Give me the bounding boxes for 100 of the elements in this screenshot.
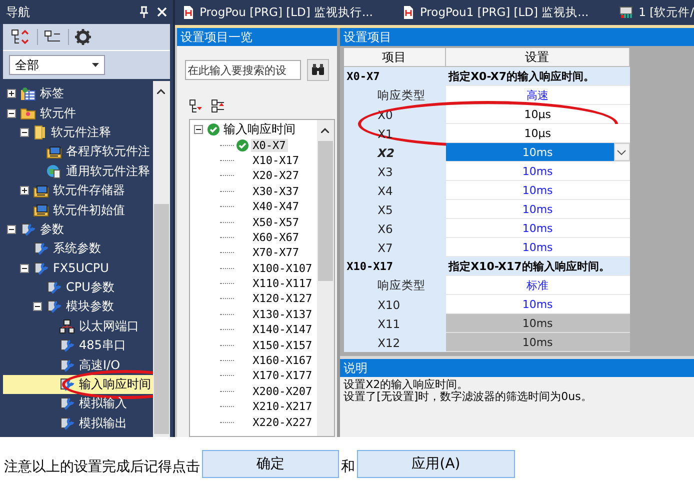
tree-item[interactable]: 软元件 (3, 103, 153, 123)
close-icon[interactable] (156, 7, 167, 17)
editor-tab[interactable]: 1 [软元件/ (618, 5, 694, 20)
editor-tab[interactable]: ProgPou1 [PRG] [LD] 监视执... (402, 5, 589, 20)
tree-item[interactable]: X70-X77 (250, 246, 301, 260)
monitor-icon (46, 144, 62, 159)
tree-item[interactable]: 软元件存储器 (3, 180, 153, 200)
dropdown-button[interactable] (614, 143, 630, 161)
tree-item[interactable]: X160-X167 (250, 354, 314, 368)
tree-item[interactable]: 模块参数 (3, 297, 153, 317)
expand-tree-icon[interactable] (11, 29, 31, 45)
tree-item-label: 软元件存储器 (53, 182, 125, 200)
tree-item[interactable]: 485串口 (3, 336, 153, 356)
network-icon (59, 318, 75, 334)
collapse-icon[interactable] (7, 224, 16, 234)
setting-value-cell[interactable]: 标准 (446, 276, 630, 295)
wrench-icon (59, 358, 75, 373)
collapse-icon[interactable] (20, 128, 29, 137)
tree-item[interactable]: X40-X47 (250, 200, 301, 214)
setting-value-cell[interactable]: 高速 (446, 86, 630, 105)
tree-item-label: 系统参数 (53, 240, 101, 258)
table-cell-text: 响应类型 (376, 277, 427, 294)
table-cell-text: X12 (376, 334, 402, 352)
scrollbar[interactable] (152, 81, 170, 437)
tree-item[interactable]: X200-X207 (250, 384, 314, 398)
tree-item[interactable]: X110-X117 (250, 277, 314, 290)
expand-icon[interactable] (20, 186, 29, 196)
tree-item[interactable]: X0-X7 (250, 138, 288, 152)
wrench-icon (33, 260, 49, 276)
scrollbar-thumb[interactable] (154, 204, 169, 434)
tree-item[interactable]: 通用软元件注释 (3, 162, 153, 181)
tree-item[interactable]: X150-X157 (250, 338, 314, 352)
tree-item[interactable]: 高速I/O (3, 355, 153, 375)
tree-item[interactable]: X170-X177 (250, 369, 314, 382)
tree-item-label: 软元件注释 (51, 124, 111, 141)
tree-item-label: 高速I/O (79, 356, 120, 374)
setting-value-cell[interactable]: 10ms (446, 143, 630, 162)
ladder-icon (182, 6, 194, 19)
tree-item[interactable]: 参数 (3, 220, 153, 240)
table-cell-text: X6 (376, 220, 394, 238)
tree-item[interactable]: X130-X137 (250, 308, 314, 321)
tree-item[interactable]: 软元件注释 (3, 122, 153, 142)
tree-item[interactable]: 输入响应时间 (222, 121, 298, 138)
book-icon (33, 124, 47, 140)
tree-item[interactable]: X30-X37 (250, 184, 301, 198)
tree-item[interactable]: 各程序软元件注 (3, 142, 153, 162)
tree-item[interactable]: X120-X127 (250, 292, 314, 306)
tree-item[interactable]: 模拟输入 (3, 394, 153, 414)
setting-value-cell[interactable]: 10ms (446, 162, 630, 181)
tree-item[interactable]: X140-X147 (250, 323, 314, 336)
tree-item[interactable]: X210-X217 (250, 400, 314, 414)
tree-item[interactable]: 软元件初始值 (3, 200, 153, 220)
tree-item[interactable]: 标签 (3, 84, 153, 104)
tree-item-label: 软元件 (40, 104, 76, 122)
setting-value-cell[interactable]: 10ms (446, 295, 630, 314)
tree-item-label: 模拟输入 (79, 395, 127, 412)
tree-item-label: 模块参数 (66, 298, 114, 316)
search-button[interactable] (306, 59, 329, 81)
tree-item[interactable]: X100-X107 (250, 262, 314, 275)
setting-value-cell[interactable]: 10μs (446, 105, 630, 124)
setting-value-cell[interactable]: 10ms (446, 200, 630, 219)
nav-title: 导航 (6, 4, 31, 20)
ladder-icon (402, 6, 414, 19)
table-cell-text: X0-X7 (346, 69, 381, 85)
scrollbar-thumb[interactable] (318, 141, 333, 281)
collapse-icon[interactable] (33, 302, 42, 312)
scrollbar[interactable] (316, 120, 334, 436)
tree-item[interactable]: FX5UCPU (3, 258, 153, 278)
tree-item[interactable]: 输入响应时间 (3, 374, 153, 394)
tree-item[interactable]: X50-X57 (250, 216, 301, 229)
tree-item[interactable]: 以太网端口 (3, 316, 153, 336)
expand-icon[interactable] (7, 89, 16, 98)
search-field[interactable]: 在此输入要搜索的设 (184, 60, 301, 80)
tree-item[interactable]: X20-X27 (250, 169, 301, 182)
pin-icon[interactable] (138, 6, 149, 18)
settings-icon[interactable] (75, 29, 91, 45)
tree-item[interactable]: X10-X17 (250, 154, 301, 167)
tree-item[interactable]: 模拟输出 (3, 414, 153, 434)
apply-button[interactable]: 应用(A) (357, 450, 515, 478)
expand-all-icon[interactable] (210, 99, 225, 113)
collapse-tree-icon[interactable] (44, 30, 62, 44)
setting-value-cell[interactable]: 10ms (446, 238, 630, 257)
collapse-icon[interactable] (20, 264, 29, 273)
filter-dropdown[interactable]: 全部 (9, 55, 105, 75)
ok-button[interactable]: 确定 (202, 450, 339, 478)
collapse-icon[interactable] (7, 108, 16, 118)
setting-value-cell[interactable]: 10ms (446, 181, 630, 200)
description-line: 设置了[无设置]时，数字滤波器的筛选时间为0us。 (344, 391, 593, 403)
collapse-icon[interactable] (194, 125, 203, 134)
collapse-all-icon[interactable] (188, 99, 203, 113)
editor-tab[interactable]: ProgPou [PRG] [LD] 监视执行... (182, 5, 373, 20)
tree-item[interactable]: 系统参数 (3, 239, 153, 259)
setting-value-cell[interactable]: 10μs (446, 124, 630, 143)
tree-item-label: 输入响应时间 (79, 376, 151, 394)
tree-item[interactable]: CPU参数 (3, 278, 153, 298)
setting-value-cell[interactable]: 10ms (446, 219, 630, 238)
tree-item-label: 软元件初始值 (53, 202, 125, 219)
tree-item[interactable]: X220-X227 (250, 416, 314, 429)
tree-item-label: 参数 (40, 220, 64, 238)
tree-item[interactable]: X60-X67 (250, 230, 301, 244)
